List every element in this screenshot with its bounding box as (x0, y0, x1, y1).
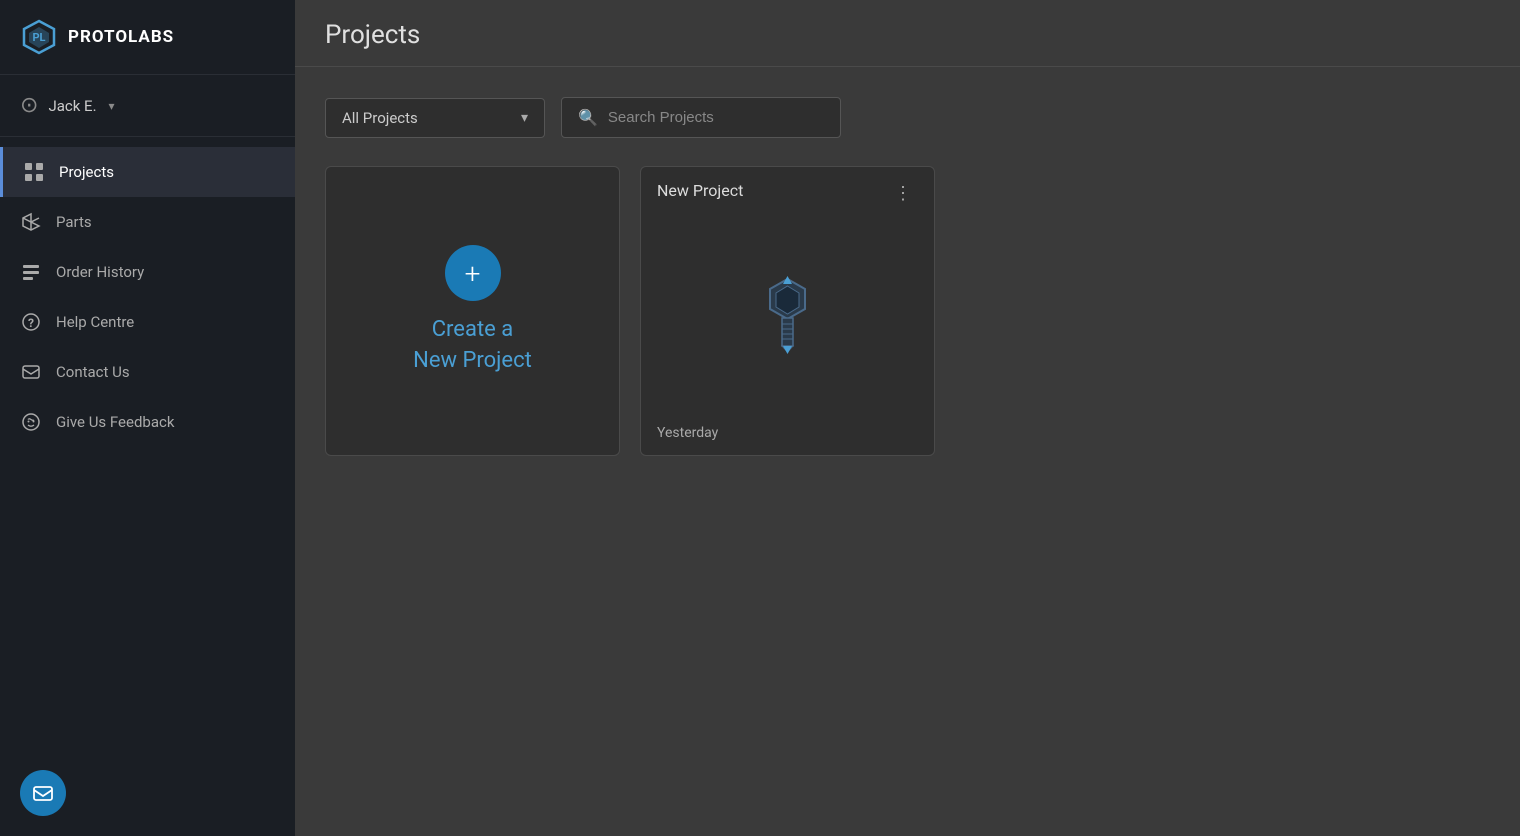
search-input[interactable] (608, 109, 824, 126)
sidebar-item-give-feedback-label: Give Us Feedback (56, 413, 174, 431)
user-avatar-icon: ⊙ (20, 93, 38, 118)
project-card-footer: Yesterday (657, 422, 918, 441)
sidebar-item-projects-label: Projects (59, 163, 114, 181)
all-projects-dropdown[interactable]: All Projects ▾ (325, 98, 545, 138)
project-cards-row: + Create a New Project New Project ⋮ (325, 166, 1490, 456)
logo-area: PL PROTOLABS (0, 0, 295, 75)
search-icon: 🔍 (578, 108, 598, 127)
svg-text:PL: PL (32, 31, 45, 44)
project-card-name: New Project (657, 181, 743, 200)
sidebar-item-give-feedback[interactable]: Give Us Feedback (0, 397, 295, 447)
mail-chat-button[interactable] (20, 770, 66, 816)
project-card-header: New Project ⋮ (657, 181, 918, 206)
create-plus-icon: + (445, 245, 501, 301)
parts-icon (20, 211, 42, 233)
logo-text: PROTOLABS (68, 27, 174, 47)
svg-text:?: ? (28, 316, 34, 330)
create-new-project-card[interactable]: + Create a New Project (325, 166, 620, 456)
sidebar-item-contact-us[interactable]: Contact Us (0, 347, 295, 397)
sidebar-item-parts[interactable]: Parts (0, 197, 295, 247)
user-area[interactable]: ⊙ Jack E. ▾ (0, 75, 295, 137)
sidebar-item-contact-us-label: Contact Us (56, 363, 130, 381)
history-icon (20, 261, 42, 283)
user-chevron-icon: ▾ (109, 99, 115, 113)
create-card-label: Create a New Project (413, 315, 532, 377)
user-name: Jack E. (48, 97, 96, 115)
sidebar-item-help-centre-label: Help Centre (56, 313, 134, 331)
sidebar-item-parts-label: Parts (56, 213, 92, 231)
feedback-icon (20, 411, 42, 433)
dropdown-selected-value: All Projects (342, 109, 418, 127)
main-content: Projects All Projects ▾ 🔍 + Create a New… (295, 0, 1520, 836)
filter-row: All Projects ▾ 🔍 (325, 97, 1490, 138)
grid-icon (23, 161, 45, 183)
project-illustration-icon (750, 274, 825, 354)
project-card-new-project[interactable]: New Project ⋮ (640, 166, 935, 456)
contact-icon (20, 361, 42, 383)
protolabs-logo-icon: PL (20, 18, 58, 56)
help-icon: ? (20, 311, 42, 333)
sidebar-item-order-history-label: Order History (56, 263, 144, 281)
page-title: Projects (325, 20, 1490, 50)
project-date: Yesterday (657, 425, 718, 441)
sidebar-nav: Projects Parts Order History (0, 137, 295, 836)
page-header: Projects (295, 0, 1520, 67)
project-card-illustration (750, 206, 825, 422)
sidebar-item-help-centre[interactable]: ? Help Centre (0, 297, 295, 347)
sidebar-item-projects[interactable]: Projects (0, 147, 295, 197)
sidebar: PL PROTOLABS ⊙ Jack E. ▾ Projects (0, 0, 295, 836)
dropdown-chevron-icon: ▾ (521, 110, 528, 126)
mail-icon (32, 782, 54, 804)
more-options-button[interactable]: ⋮ (888, 181, 918, 206)
sidebar-item-order-history[interactable]: Order History (0, 247, 295, 297)
search-box[interactable]: 🔍 (561, 97, 841, 138)
content-area: All Projects ▾ 🔍 + Create a New Project (295, 67, 1520, 836)
